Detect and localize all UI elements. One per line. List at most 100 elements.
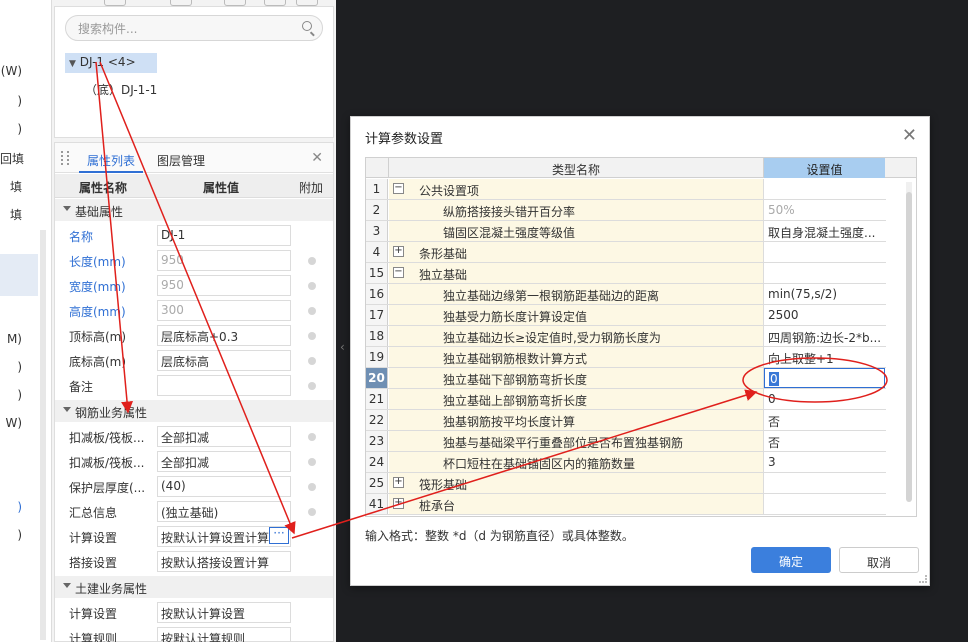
expand-arrow-icon[interactable]: ▼ bbox=[69, 59, 76, 69]
expand-toggle-icon[interactable]: + bbox=[393, 246, 404, 257]
settings-row[interactable]: 2 纵筋搭接接头错开百分率 50% bbox=[366, 200, 886, 221]
ok-button[interactable]: 确定 bbox=[751, 547, 831, 573]
left-strip-item[interactable]: W) bbox=[0, 416, 51, 430]
attach-indicator-icon[interactable] bbox=[308, 282, 316, 290]
setting-value-editor[interactable]: 0 bbox=[764, 368, 885, 388]
setting-value[interactable] bbox=[764, 473, 885, 493]
attach-indicator-icon[interactable] bbox=[308, 357, 316, 365]
resize-grip-icon[interactable] bbox=[919, 575, 927, 583]
property-value-field[interactable]: 300 bbox=[157, 300, 291, 321]
property-group-rebar[interactable]: 钢筋业务属性 bbox=[55, 400, 333, 422]
left-strip-item[interactable]: 回填 bbox=[0, 150, 51, 167]
left-strip-item[interactable]: M) bbox=[0, 332, 51, 346]
cancel-button[interactable]: 取消 bbox=[839, 547, 919, 573]
setting-value[interactable]: 否 bbox=[764, 410, 885, 430]
settings-row[interactable]: 25 + 筏形基础 bbox=[366, 473, 886, 494]
setting-value[interactable] bbox=[764, 179, 885, 199]
property-value-field[interactable]: 按默认计算规则 bbox=[157, 627, 291, 642]
left-strip-item[interactable]: ) bbox=[0, 500, 51, 514]
left-scrollbar[interactable] bbox=[40, 230, 46, 640]
tree-node-dj-1[interactable]: ▼ DJ-1 <4> bbox=[65, 53, 157, 73]
collapse-arrow-icon[interactable] bbox=[63, 407, 71, 412]
attach-indicator-icon[interactable] bbox=[308, 433, 316, 441]
panel-collapse-handle[interactable]: ‹ bbox=[340, 340, 348, 370]
left-strip-item[interactable]: ) bbox=[0, 360, 51, 374]
collapse-arrow-icon[interactable] bbox=[63, 206, 71, 211]
property-value-field[interactable]: (40) bbox=[157, 476, 291, 497]
setting-value[interactable]: 否 bbox=[764, 431, 885, 451]
setting-value[interactable]: 3 bbox=[764, 452, 885, 472]
attach-indicator-icon[interactable] bbox=[308, 458, 316, 466]
attach-indicator-icon[interactable] bbox=[308, 332, 316, 340]
setting-value[interactable]: 取自身混凝土强度... bbox=[764, 221, 885, 241]
attach-indicator-icon[interactable] bbox=[308, 508, 316, 516]
tab-property-list[interactable]: 属性列表 bbox=[79, 143, 144, 173]
expand-toggle-icon[interactable]: + bbox=[393, 498, 404, 509]
grid-scrollbar[interactable] bbox=[906, 182, 912, 502]
collapse-toggle-icon[interactable]: − bbox=[393, 267, 404, 278]
setting-value[interactable]: 四周钢筋:边长-2*b... bbox=[764, 326, 885, 346]
attach-indicator-icon[interactable] bbox=[308, 382, 316, 390]
attach-indicator-icon[interactable] bbox=[308, 257, 316, 265]
collapse-toggle-icon[interactable]: − bbox=[393, 183, 404, 194]
settings-row[interactable]: 15− 独立基础 bbox=[366, 263, 886, 284]
left-strip-item[interactable]: ) bbox=[0, 528, 51, 542]
close-icon[interactable]: ✕ bbox=[311, 150, 323, 166]
setting-name-text: 桩承台 bbox=[419, 499, 456, 513]
setting-value[interactable]: min(75,s/2) bbox=[764, 284, 885, 304]
left-strip-item[interactable]: ) bbox=[0, 94, 51, 108]
property-value-field[interactable]: 按默认计算设置 bbox=[157, 602, 291, 623]
settings-row[interactable]: 21 独立基础上部钢筋弯折长度 0 bbox=[366, 389, 886, 410]
row-number: 24 bbox=[366, 452, 388, 472]
tab-layer-management[interactable]: 图层管理 bbox=[151, 143, 213, 173]
more-options-button[interactable]: ··· bbox=[269, 527, 289, 544]
property-value-field[interactable]: DJ-1 bbox=[157, 225, 291, 246]
left-strip-item[interactable]: 填 bbox=[0, 178, 51, 195]
left-strip-item[interactable]: ) bbox=[0, 122, 51, 136]
settings-row[interactable]: 17 独基受力筋长度计算设定值 2500 bbox=[366, 305, 886, 326]
setting-value[interactable]: 向上取整+1 bbox=[764, 347, 885, 367]
settings-row[interactable]: 1− 公共设置项 bbox=[366, 179, 886, 200]
settings-row[interactable]: 20 独立基础下部钢筋弯折长度 0 bbox=[366, 368, 886, 389]
settings-row[interactable]: 4 + 条形基础 bbox=[366, 242, 886, 263]
settings-row[interactable]: 16 独立基础边缘第一根钢筋距基础边的距离 min(75,s/2) bbox=[366, 284, 886, 305]
search-input[interactable]: 搜索构件... bbox=[65, 15, 323, 41]
property-value-field[interactable]: 层底标高+0.3 bbox=[157, 325, 291, 346]
collapse-arrow-icon[interactable] bbox=[63, 583, 71, 588]
property-value-field[interactable]: 按默认搭接设置计算 bbox=[157, 551, 291, 572]
settings-row[interactable]: 22 独基钢筋按平均长度计算 否 bbox=[366, 410, 886, 431]
scrollbar-thumb[interactable] bbox=[906, 192, 912, 502]
property-group-basic[interactable]: 基础属性 bbox=[55, 199, 333, 221]
property-group-civil[interactable]: 土建业务属性 bbox=[55, 576, 333, 598]
attach-indicator-icon[interactable] bbox=[308, 307, 316, 315]
property-value-field[interactable]: (独立基础) bbox=[157, 501, 291, 522]
left-strip-item[interactable]: 填 bbox=[0, 206, 51, 223]
settings-row[interactable]: 41 + 桩承台 bbox=[366, 494, 886, 515]
left-strip-item[interactable]: ) bbox=[0, 388, 51, 402]
property-value-field[interactable] bbox=[157, 375, 291, 396]
expand-toggle-icon[interactable]: + bbox=[393, 477, 404, 488]
attach-indicator-icon[interactable] bbox=[308, 483, 316, 491]
property-value-field[interactable]: 全部扣减 bbox=[157, 451, 291, 472]
settings-row[interactable]: 23 独基与基础梁平行重叠部位是否布置独基钢筋 否 bbox=[366, 431, 886, 452]
property-value-field[interactable]: 950 bbox=[157, 250, 291, 271]
property-value-field[interactable]: 全部扣减 bbox=[157, 426, 291, 447]
settings-row[interactable]: 3 锚固区混凝土强度等级值 取自身混凝土强度... bbox=[366, 221, 886, 242]
setting-value[interactable]: 0 bbox=[764, 389, 885, 409]
settings-row[interactable]: 18 独立基础边长≥设定值时,受力钢筋长度为 四周钢筋:边长-2*b... bbox=[366, 326, 886, 347]
setting-value[interactable]: 50% bbox=[764, 200, 885, 220]
property-value-field[interactable]: 950 bbox=[157, 275, 291, 296]
left-strip-item[interactable]: (W) bbox=[0, 64, 51, 78]
tree-node-dj-1-1[interactable]: （底）DJ-1-1 bbox=[85, 79, 157, 98]
property-value-field[interactable]: 层底标高 bbox=[157, 350, 291, 371]
setting-value[interactable] bbox=[764, 263, 885, 283]
close-icon[interactable]: ✕ bbox=[902, 125, 917, 146]
setting-value[interactable] bbox=[764, 242, 885, 262]
setting-value[interactable] bbox=[764, 494, 885, 514]
settings-row[interactable]: 19 独立基础钢筋根数计算方式 向上取整+1 bbox=[366, 347, 886, 368]
setting-value[interactable]: 2500 bbox=[764, 305, 885, 325]
search-icon[interactable] bbox=[302, 21, 312, 31]
settings-row[interactable]: 24 杯口短柱在基础锚固区内的箍筋数量 3 bbox=[366, 452, 886, 473]
setting-name: 独基受力筋长度计算设定值 bbox=[389, 305, 764, 325]
drag-grip-icon[interactable] bbox=[61, 151, 69, 165]
